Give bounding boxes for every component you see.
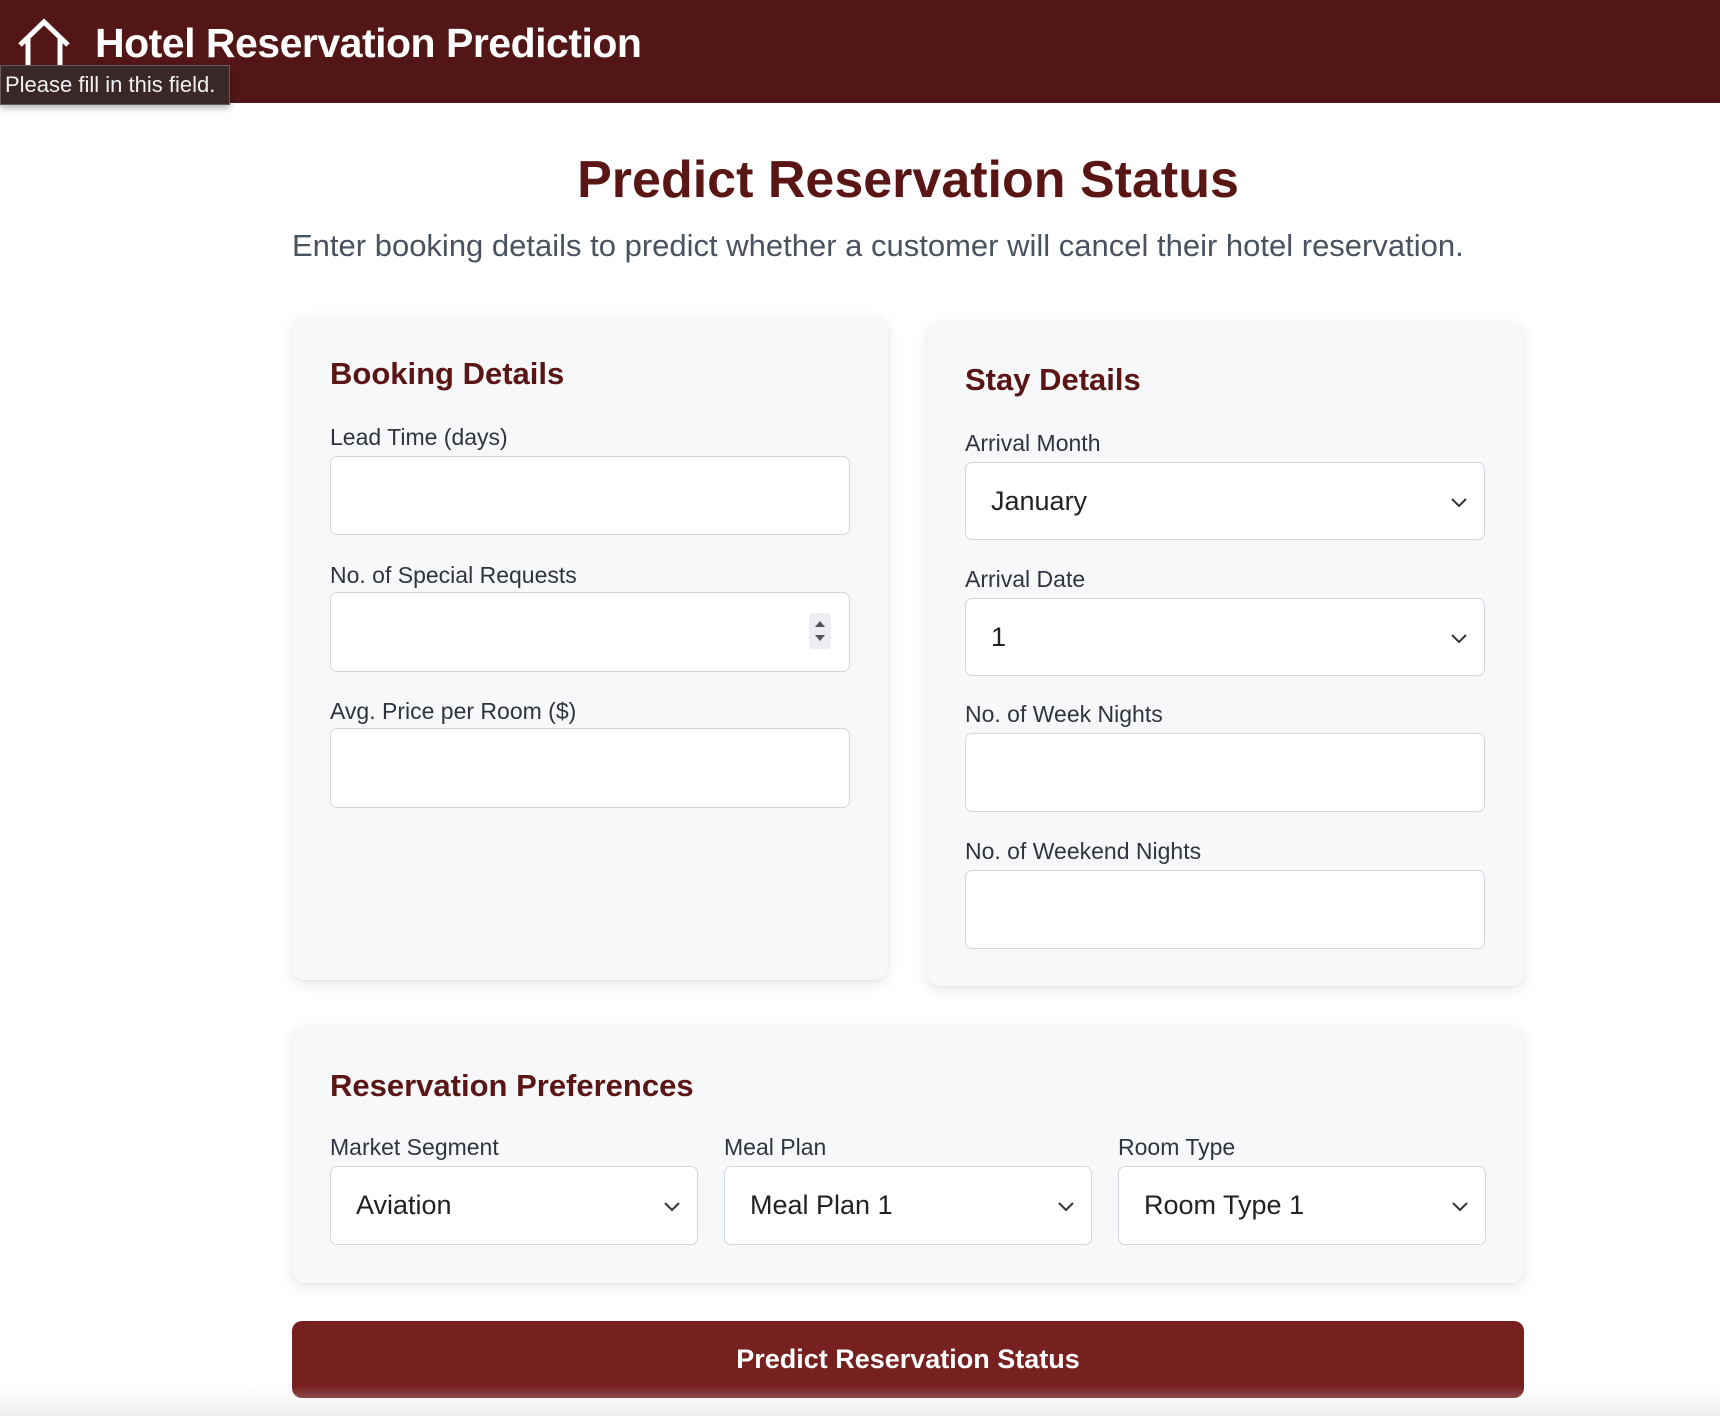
chevron-down-icon [1451,634,1467,644]
special-requests-input[interactable] [330,592,850,672]
top-nav-bar: Hotel Reservation Prediction [0,0,1720,103]
app-title: Hotel Reservation Prediction [95,20,642,66]
meal-plan-label: Meal Plan [724,1134,827,1160]
reservation-preferences-title: Reservation Preferences [330,1068,694,1103]
booking-details-title: Booking Details [330,356,565,391]
week-nights-input[interactable] [965,733,1485,812]
page-bottom-shadow [0,1386,1720,1416]
avg-price-input[interactable] [330,728,850,808]
number-stepper[interactable] [809,613,831,649]
meal-plan-value: Meal Plan 1 [750,1190,893,1220]
market-segment-select[interactable]: Aviation [330,1166,698,1245]
special-requests-label: No. of Special Requests [330,562,577,588]
booking-details-card: Booking Details Lead Time (days) No. of … [292,316,888,980]
stay-details-card: Stay Details Arrival Month January Arriv… [927,322,1524,986]
arrival-date-value: 1 [991,622,1007,652]
arrival-month-label: Arrival Month [965,430,1101,456]
avg-price-label: Avg. Price per Room ($) [330,698,577,724]
room-type-label: Room Type [1118,1134,1236,1160]
market-segment-label: Market Segment [330,1134,499,1160]
meal-plan-select[interactable]: Meal Plan 1 [724,1166,1092,1245]
stay-details-title: Stay Details [965,362,1141,397]
weekend-nights-label: No. of Weekend Nights [965,838,1202,864]
weekend-nights-input[interactable] [965,870,1485,949]
room-type-select[interactable]: Room Type 1 [1118,1166,1486,1245]
arrival-month-value: January [991,486,1088,516]
chevron-down-icon [664,1202,680,1212]
home-icon[interactable] [16,18,72,68]
validation-tooltip: Please fill in this field. [0,65,231,105]
arrival-date-select[interactable]: 1 [965,598,1485,676]
lead-time-input[interactable] [330,456,850,535]
chevron-down-icon [1451,498,1467,508]
page-title: Predict Reservation Status [577,151,1239,209]
arrival-month-select[interactable]: January [965,462,1485,540]
chevron-down-icon [1058,1202,1074,1212]
chevron-down-icon [1452,1202,1468,1212]
arrival-date-label: Arrival Date [965,566,1086,592]
week-nights-label: No. of Week Nights [965,701,1163,727]
market-segment-value: Aviation [356,1190,452,1220]
room-type-value: Room Type 1 [1144,1190,1305,1220]
reservation-preferences-card: Reservation Preferences Market Segment A… [292,1026,1524,1283]
lead-time-label: Lead Time (days) [330,424,508,450]
page-subtitle: Enter booking details to predict whether… [292,228,1464,263]
